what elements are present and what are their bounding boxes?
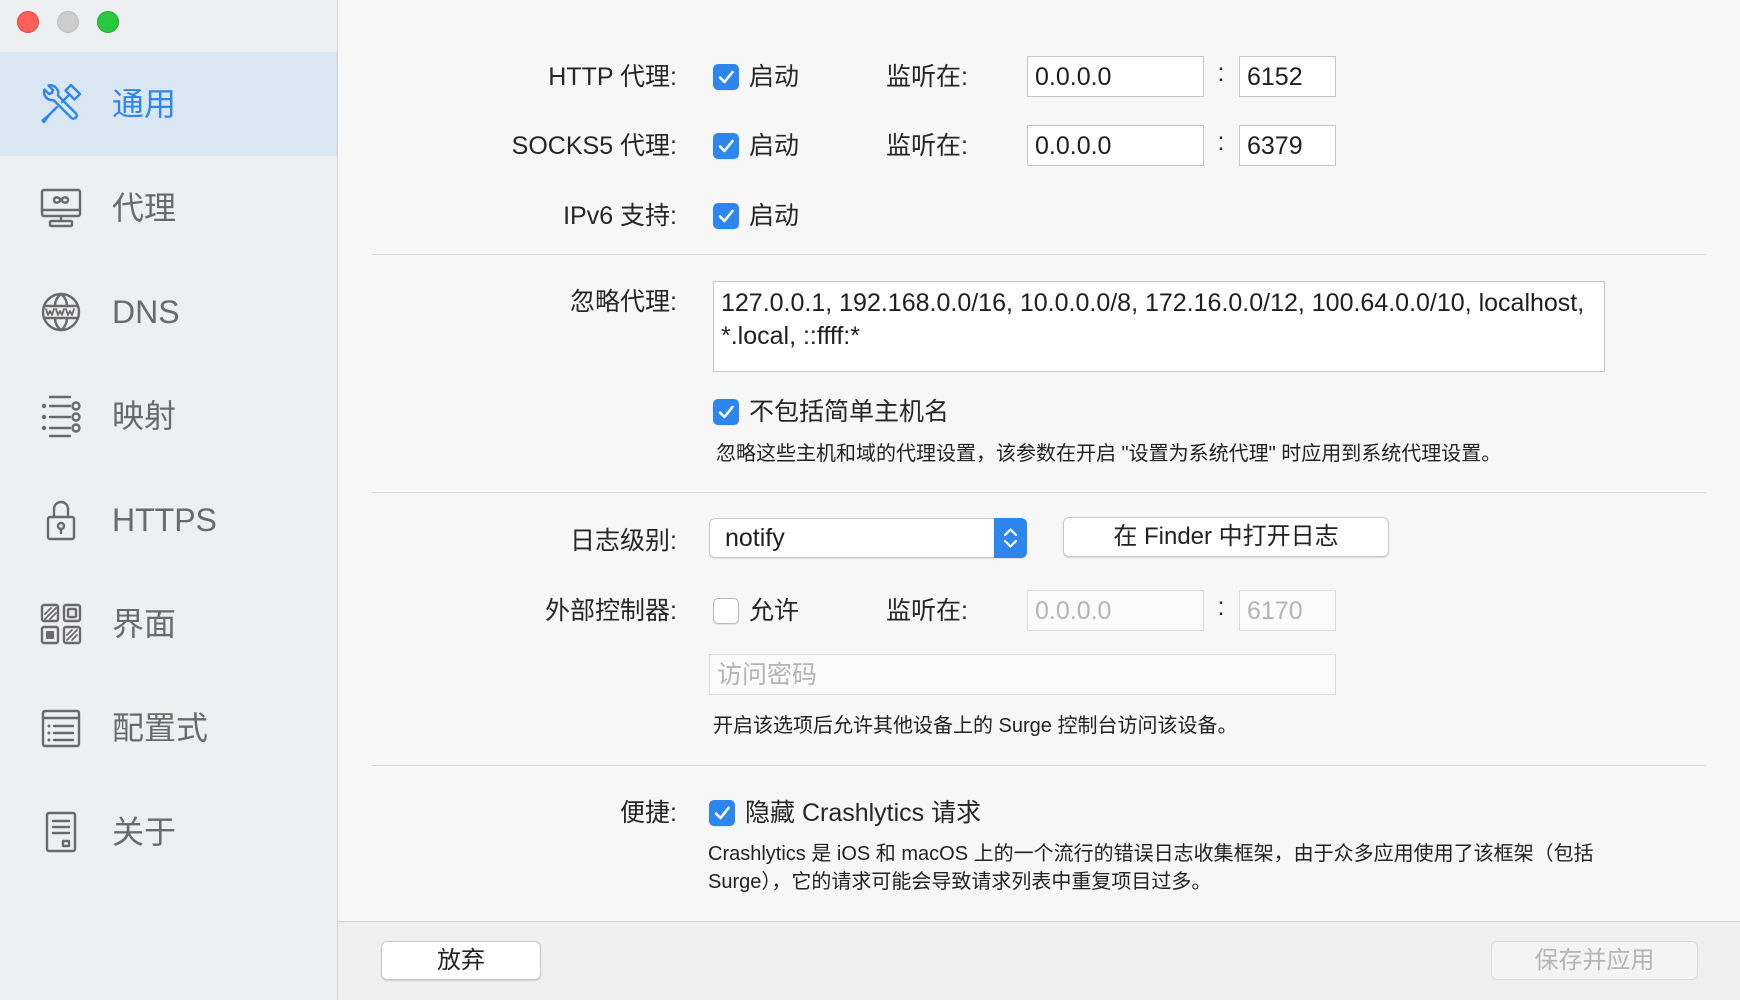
socks5-proxy-port-input[interactable] bbox=[1239, 125, 1336, 166]
socks5-proxy-listen-label: 监听在: bbox=[886, 132, 968, 160]
http-proxy-port-input[interactable] bbox=[1239, 56, 1336, 97]
save-and-apply-button[interactable]: 保存并应用 bbox=[1491, 941, 1698, 980]
document-icon bbox=[37, 808, 85, 856]
sidebar-item-proxy[interactable]: 代理 bbox=[0, 156, 337, 260]
open-log-in-finder-button[interactable]: 在 Finder 中打开日志 bbox=[1063, 517, 1389, 557]
external-controller-label: 外部控制器: bbox=[545, 597, 677, 625]
sidebar-item-profile[interactable]: 配置式 bbox=[0, 676, 337, 780]
access-password-input[interactable] bbox=[709, 654, 1336, 695]
ipv6-enable-label: 启动 bbox=[749, 202, 800, 230]
http-proxy-listen-label: 监听在: bbox=[886, 63, 968, 91]
sidebar-item-label: 代理 bbox=[112, 190, 177, 226]
close-button[interactable] bbox=[17, 11, 39, 33]
bypass-proxy-label: 忽略代理: bbox=[570, 288, 677, 316]
zoom-button[interactable] bbox=[97, 11, 119, 33]
external-controller-address-input[interactable] bbox=[1027, 590, 1204, 631]
crashlytics-description: Crashlytics 是 iOS 和 macOS 上的一个流行的错误日志收集框… bbox=[708, 843, 1594, 893]
sidebar-item-label: 映射 bbox=[112, 398, 177, 434]
config-icon bbox=[37, 704, 85, 752]
section-divider bbox=[372, 254, 1706, 255]
checkmark-icon bbox=[714, 806, 730, 820]
footer-bar: 放弃 保存并应用 bbox=[338, 921, 1740, 1000]
section-divider bbox=[372, 765, 1706, 766]
external-controller-port-input[interactable] bbox=[1239, 590, 1336, 631]
checkmark-icon bbox=[718, 209, 734, 223]
sidebar-item-label: 通用 bbox=[112, 86, 177, 122]
socks5-proxy-enable-checkbox[interactable] bbox=[713, 133, 739, 159]
bypass-description: 忽略这些主机和域的代理设置，该参数在开启 "设置为系统代理" 时应用到系统代理设… bbox=[716, 443, 1502, 465]
log-level-value: notify bbox=[725, 524, 785, 552]
socks5-proxy-label: SOCKS5 代理: bbox=[511, 132, 677, 160]
ipv6-enable-checkbox[interactable] bbox=[713, 203, 739, 229]
http-proxy-enable-checkbox[interactable] bbox=[713, 64, 739, 90]
sidebar-item-general[interactable]: 通用 bbox=[0, 52, 337, 156]
socks5-proxy-address-input[interactable] bbox=[1027, 125, 1204, 166]
globe-icon bbox=[37, 288, 85, 336]
ipv6-label: IPv6 支持: bbox=[563, 202, 677, 230]
socks5-proxy-enable-label: 启动 bbox=[749, 132, 800, 160]
external-controller-port-separator: : bbox=[1217, 593, 1225, 621]
checkmark-icon bbox=[718, 405, 734, 419]
sidebar-item-mapping[interactable]: 映射 bbox=[0, 364, 337, 468]
checkmark-icon bbox=[718, 139, 734, 153]
grid-icon bbox=[37, 600, 85, 648]
log-level-select[interactable]: notify bbox=[709, 518, 1027, 558]
list-icon bbox=[37, 392, 85, 440]
sidebar-item-label: 配置式 bbox=[112, 710, 209, 746]
updown-chevron-icon bbox=[994, 518, 1027, 558]
sidebar-item-label: 关于 bbox=[112, 814, 177, 850]
sidebar-item-about[interactable]: 关于 bbox=[0, 780, 337, 884]
log-level-label: 日志级别: bbox=[570, 527, 677, 555]
sidebar-item-dns[interactable]: DNS bbox=[0, 260, 337, 364]
lock-icon bbox=[37, 496, 85, 544]
hide-crashlytics-checkbox[interactable] bbox=[709, 800, 735, 826]
tools-icon bbox=[37, 80, 85, 128]
section-divider bbox=[372, 492, 1706, 493]
misc-label: 便捷: bbox=[620, 799, 677, 827]
http-proxy-enable-label: 启动 bbox=[749, 63, 800, 91]
external-controller-description: 开启该选项后允许其他设备上的 Surge 控制台访问该设备。 bbox=[713, 715, 1238, 737]
sidebar-item-https[interactable]: HTTPS bbox=[0, 468, 337, 572]
hide-crashlytics-label: 隐藏 Crashlytics 请求 bbox=[745, 799, 982, 827]
bypass-proxy-textarea[interactable]: 127.0.0.1, 192.168.0.0/16, 10.0.0.0/8, 1… bbox=[713, 281, 1605, 372]
sidebar-item-label: HTTPS bbox=[112, 502, 217, 538]
exclude-simple-hostnames-label: 不包括简单主机名 bbox=[749, 398, 950, 426]
monitor-icon bbox=[37, 184, 85, 232]
checkmark-icon bbox=[718, 70, 734, 84]
discard-button[interactable]: 放弃 bbox=[381, 941, 541, 980]
http-proxy-label: HTTP 代理: bbox=[548, 63, 677, 91]
sidebar-item-interface[interactable]: 界面 bbox=[0, 572, 337, 676]
sidebar: 通用 代理 DNS 映射 HTTPS 界面 配置式 关于 bbox=[0, 0, 338, 1000]
external-controller-allow-checkbox[interactable] bbox=[713, 598, 739, 624]
socks5-proxy-port-separator: : bbox=[1217, 128, 1225, 156]
http-proxy-port-separator: : bbox=[1217, 59, 1225, 87]
minimize-button[interactable] bbox=[57, 11, 79, 33]
sidebar-item-label: DNS bbox=[112, 294, 180, 330]
http-proxy-address-input[interactable] bbox=[1027, 56, 1204, 97]
sidebar-item-label: 界面 bbox=[112, 606, 177, 642]
exclude-simple-hostnames-checkbox[interactable] bbox=[713, 399, 739, 425]
external-controller-allow-label: 允许 bbox=[749, 597, 800, 625]
external-controller-listen-label: 监听在: bbox=[886, 597, 968, 625]
